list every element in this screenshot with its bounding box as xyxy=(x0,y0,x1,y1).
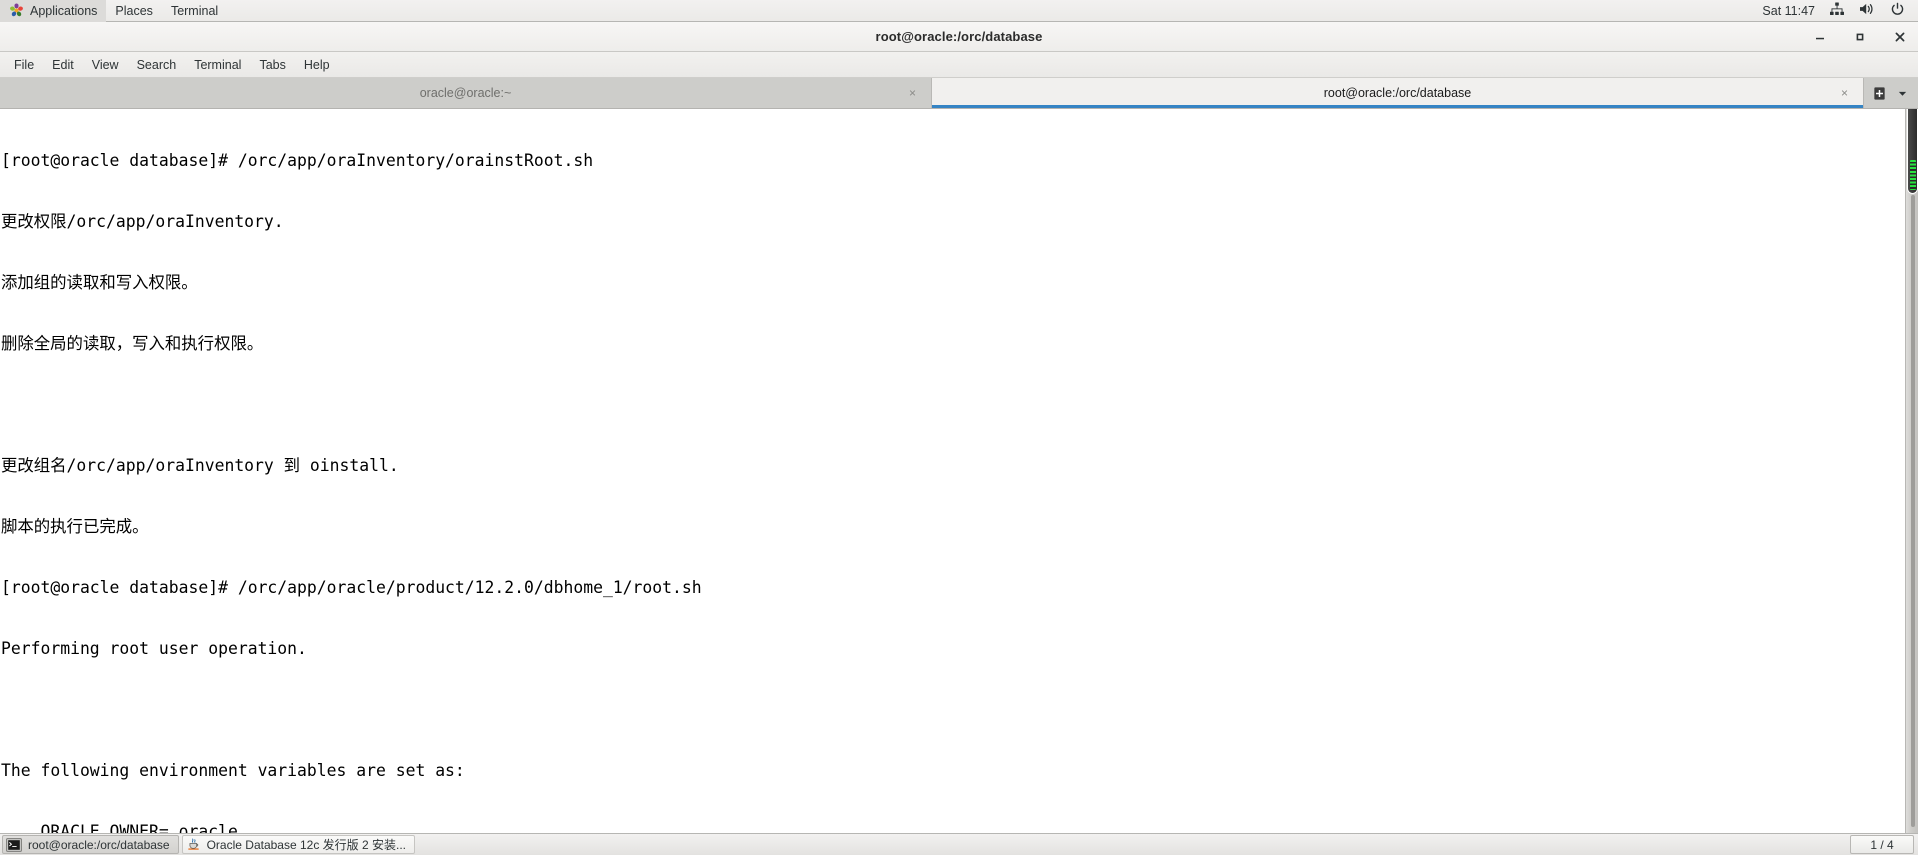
gnome-top-panel: Applications Places Terminal Sat 11:47 xyxy=(0,0,1918,22)
chevron-down-icon[interactable] xyxy=(1893,82,1913,104)
menu-file[interactable]: File xyxy=(5,55,43,75)
menu-view[interactable]: View xyxy=(83,55,128,75)
places-menu-label: Places xyxy=(115,3,153,18)
minimize-button[interactable] xyxy=(1810,27,1830,47)
window-titlebar[interactable]: root@oracle:/orc/database xyxy=(0,22,1918,52)
taskbar-item-label: Oracle Database 12c 发行版 2 安装... xyxy=(206,838,407,852)
new-tab-icon[interactable] xyxy=(1870,82,1890,104)
tab-root-database[interactable]: root@oracle:/orc/database × xyxy=(932,78,1864,108)
taskbar-item-terminal[interactable]: root@oracle:/orc/database xyxy=(2,835,179,854)
tab-close-icon[interactable]: × xyxy=(906,85,919,101)
window-controls xyxy=(1810,22,1910,52)
menu-bar: File Edit View Search Terminal Tabs Help xyxy=(0,52,1918,78)
menu-search[interactable]: Search xyxy=(128,55,186,75)
network-icon[interactable] xyxy=(1829,2,1845,19)
window-title: root@oracle:/orc/database xyxy=(875,29,1043,44)
clock[interactable]: Sat 11:47 xyxy=(1762,4,1815,18)
places-menu[interactable]: Places xyxy=(106,0,162,22)
terminal-line: 添加组的读取和写入权限。 xyxy=(1,272,198,292)
terminal-line: 更改组名/orc/app/oraInventory 到 oinstall. xyxy=(1,455,399,475)
menu-tabs[interactable]: Tabs xyxy=(250,55,294,75)
scrollbar-track[interactable] xyxy=(1911,195,1915,827)
tab-bar: oracle@oracle:~ × root@oracle:/orc/datab… xyxy=(0,78,1918,109)
menu-edit[interactable]: Edit xyxy=(43,55,83,75)
tab-label: root@oracle:/orc/database xyxy=(1323,86,1472,100)
terminal-line: Performing root user operation. xyxy=(1,638,307,658)
tab-label: oracle@oracle:~ xyxy=(419,86,512,100)
workspace-indicator-label: 1 / 4 xyxy=(1870,837,1894,852)
terminal-app-menu[interactable]: Terminal xyxy=(162,0,227,22)
workspace-switcher[interactable]: 1 / 4 xyxy=(1850,835,1914,854)
taskbar-item-oracle-installer[interactable]: Oracle Database 12c 发行版 2 安装... xyxy=(181,835,416,854)
java-icon xyxy=(186,837,201,853)
volume-icon[interactable] xyxy=(1859,2,1876,19)
terminal-output[interactable]: [root@oracle database]# /orc/app/oraInve… xyxy=(0,109,1905,833)
terminal-line: 更改权限/orc/app/oraInventory. xyxy=(1,211,284,231)
scrollbar-thumb[interactable] xyxy=(1908,109,1917,193)
scrollbar-marker xyxy=(1909,160,1916,190)
terminal-icon xyxy=(6,837,22,852)
close-button[interactable] xyxy=(1890,27,1910,47)
terminal-line: [root@oracle database]# /orc/app/oraInve… xyxy=(1,150,594,170)
system-tray: Sat 11:47 xyxy=(1762,0,1918,22)
taskbar-item-label: root@oracle:/orc/database xyxy=(28,837,170,852)
applications-menu-label: Applications xyxy=(30,3,98,18)
terminal-body: [root@oracle database]# /orc/app/oraInve… xyxy=(0,109,1918,833)
terminal-line: The following environment variables are … xyxy=(1,761,465,780)
applications-menu[interactable]: Applications xyxy=(0,0,107,22)
terminal-line: [root@oracle database]# /orc/app/oracle/… xyxy=(1,577,702,597)
menu-help[interactable]: Help xyxy=(295,55,339,75)
menu-terminal[interactable]: Terminal xyxy=(185,55,250,75)
terminal-line: 删除全局的读取，写入和执行权限。 xyxy=(1,333,264,353)
terminal-scrollbar[interactable] xyxy=(1905,109,1918,833)
maximize-button[interactable] xyxy=(1850,27,1870,47)
terminal-line: 脚本的执行已完成。 xyxy=(1,516,149,536)
window-list-panel: root@oracle:/orc/database Oracle Databas… xyxy=(0,833,1918,855)
terminal-line: ORACLE_OWNER= oracle xyxy=(1,822,238,833)
power-icon[interactable] xyxy=(1890,2,1905,20)
tab-oracle-home[interactable]: oracle@oracle:~ × xyxy=(0,78,932,108)
tab-bar-actions xyxy=(1864,78,1918,108)
terminal-app-menu-label: Terminal xyxy=(170,3,219,18)
applications-icon xyxy=(9,3,24,18)
tab-close-icon[interactable]: × xyxy=(1838,85,1851,101)
terminal-window: root@oracle:/orc/database File Edit View… xyxy=(0,22,1918,833)
